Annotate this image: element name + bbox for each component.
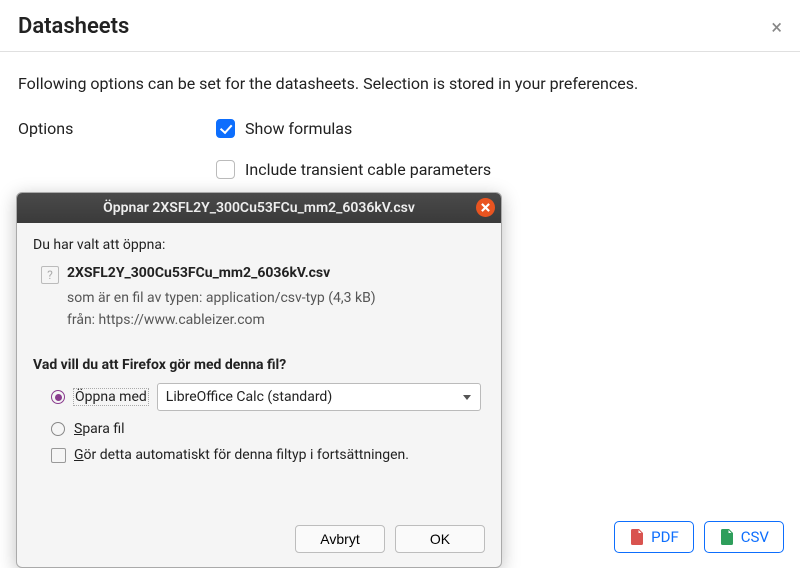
csv-icon (719, 529, 735, 545)
options-label: Options (18, 119, 216, 201)
open-with-radio[interactable] (51, 390, 65, 404)
dialog-titlebar[interactable]: Öppnar 2XSFL2Y_300Cu53FCu_mm2_6036kV.csv (17, 193, 501, 223)
dialog-title: Öppnar 2XSFL2Y_300Cu53FCu_mm2_6036kV.csv (103, 200, 415, 216)
open-with-select[interactable]: LibreOffice Calc (standard) (157, 383, 481, 411)
include-transient-label: Include transient cable parameters (245, 160, 491, 179)
save-file-radio[interactable] (51, 422, 65, 436)
page-title: Datasheets (18, 14, 129, 39)
show-formulas-checkbox[interactable] (216, 119, 235, 138)
file-name: 2XSFL2Y_300Cu53FCu_mm2_6036kV.csv (67, 265, 330, 281)
auto-label: Gör detta automatiskt för denna filtyp i… (74, 447, 409, 463)
you-chose-text: Du har valt att öppna: (33, 237, 485, 253)
save-file-label: Spara fil (73, 421, 126, 437)
close-icon (481, 203, 490, 212)
download-dialog: Öppnar 2XSFL2Y_300Cu53FCu_mm2_6036kV.csv… (16, 192, 502, 568)
cancel-button[interactable]: Avbryt (295, 525, 385, 553)
csv-button[interactable]: CSV (704, 521, 784, 553)
show-formulas-label: Show formulas (245, 119, 352, 138)
auto-checkbox[interactable] (51, 448, 66, 463)
file-type-text: som är en fil av typen: application/csv-… (67, 288, 485, 310)
ok-button[interactable]: OK (395, 525, 485, 553)
include-transient-checkbox[interactable] (216, 160, 235, 179)
dialog-question: Vad vill du att Firefox gör med denna fi… (33, 357, 485, 373)
open-with-select-value: LibreOffice Calc (standard) (166, 389, 332, 405)
pdf-label: PDF (651, 528, 679, 546)
pdf-button[interactable]: PDF (614, 521, 694, 553)
file-from-text: från: https://www.cableizer.com (67, 310, 485, 332)
open-with-label: Öppna med (73, 388, 149, 406)
csv-label: CSV (741, 528, 769, 546)
pdf-icon (629, 529, 645, 545)
close-icon[interactable]: × (771, 17, 782, 37)
intro-text: Following options can be set for the dat… (18, 74, 782, 93)
file-icon: ? (41, 266, 59, 284)
dialog-close-button[interactable] (476, 198, 495, 217)
